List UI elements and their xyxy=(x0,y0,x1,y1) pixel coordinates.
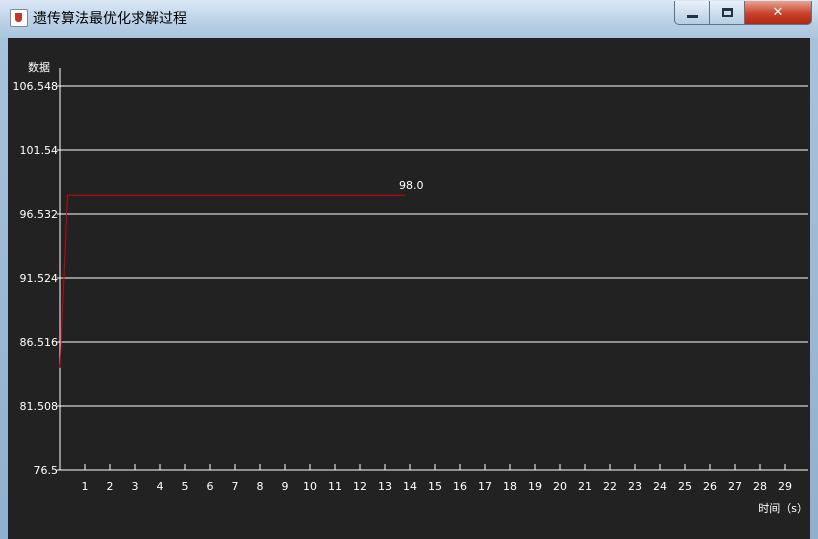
x-tick-label: 16 xyxy=(453,480,467,493)
x-tick-label: 11 xyxy=(328,480,342,493)
maximize-icon xyxy=(721,8,733,17)
maximize-button[interactable] xyxy=(709,1,745,25)
y-tick-label: 101.54 xyxy=(20,144,59,157)
x-tick-label: 7 xyxy=(232,480,239,493)
x-tick-label: 28 xyxy=(753,480,767,493)
close-icon: ✕ xyxy=(772,5,784,20)
y-tick-label: 76.5 xyxy=(34,464,59,477)
title-bar[interactable]: 遗传算法最优化求解过程 ✕ xyxy=(0,0,818,38)
close-button[interactable]: ✕ xyxy=(744,1,812,25)
x-tick-label: 18 xyxy=(503,480,517,493)
x-tick-label: 24 xyxy=(653,480,667,493)
x-tick-label: 20 xyxy=(553,480,567,493)
minimize-button[interactable] xyxy=(674,1,710,25)
java-icon xyxy=(10,9,28,27)
x-tick-label: 5 xyxy=(182,480,189,493)
x-tick-label: 26 xyxy=(703,480,717,493)
x-tick-label: 8 xyxy=(257,480,264,493)
x-tick-label: 21 xyxy=(578,480,592,493)
x-tick-label: 13 xyxy=(378,480,392,493)
x-tick-label: 12 xyxy=(353,480,367,493)
x-tick-label: 3 xyxy=(132,480,139,493)
minimize-icon xyxy=(686,15,698,18)
x-tick-label: 15 xyxy=(428,480,442,493)
x-tick-label: 6 xyxy=(207,480,214,493)
y-tick-label: 106.548 xyxy=(13,80,59,93)
x-tick-label: 2 xyxy=(107,480,114,493)
y-tick-label: 86.516 xyxy=(20,336,59,349)
x-tick-label: 14 xyxy=(403,480,417,493)
chart-panel: 76.5 81.508 86.516 91.524 96.532 101.54 106.54… xyxy=(8,38,810,539)
y-axis-label: 数据 xyxy=(28,60,50,74)
window-title: 遗传算法最优化求解过程 xyxy=(33,11,187,27)
x-tick-label: 29 xyxy=(778,480,792,493)
y-tick-label: 96.532 xyxy=(20,208,59,221)
x-tick-label: 25 xyxy=(678,480,692,493)
line-chart: 76.5 81.508 86.516 91.524 96.532 101.54 106.54… xyxy=(13,60,808,515)
y-tick-label: 91.524 xyxy=(20,272,59,285)
app-window: 遗传算法最优化求解过程 ✕ 76.5 81.508 86.516 91.524 96.5… xyxy=(0,0,818,539)
x-tick-label: 19 xyxy=(528,480,542,493)
data-label: 98.0 xyxy=(399,179,424,192)
x-tick-label: 10 xyxy=(303,480,317,493)
x-tick-label: 17 xyxy=(478,480,492,493)
x-tick-label: 22 xyxy=(603,480,617,493)
x-tick-label: 23 xyxy=(628,480,642,493)
x-tick-label: 1 xyxy=(82,480,89,493)
x-tick-label: 27 xyxy=(728,480,742,493)
x-axis-label: 时间（s） xyxy=(758,502,808,515)
x-tick-label: 4 xyxy=(157,480,164,493)
y-tick-label: 81.508 xyxy=(20,400,59,413)
x-tick-label: 9 xyxy=(282,480,289,493)
